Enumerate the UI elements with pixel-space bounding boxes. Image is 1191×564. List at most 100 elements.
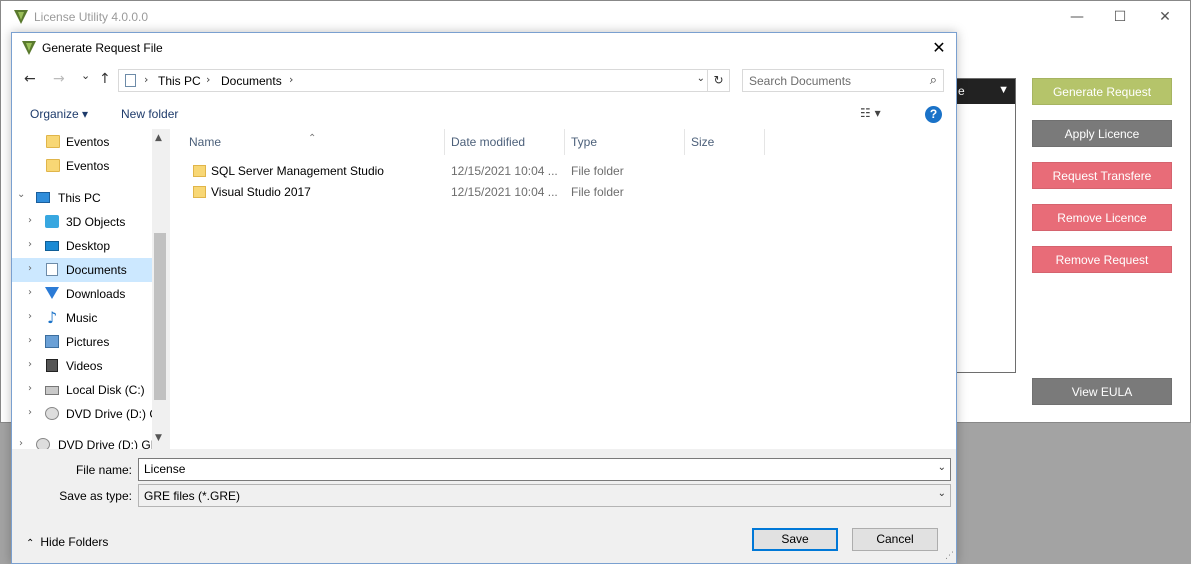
breadcrumb-separator: › <box>144 73 149 86</box>
tree-item-dvd-drive[interactable]: › DVD Drive (D:) G <box>12 402 159 426</box>
pictures-icon <box>45 335 59 348</box>
column-header-name[interactable]: Name ⌃ <box>170 129 445 155</box>
music-icon: ♪ <box>47 308 58 327</box>
address-bar[interactable]: › This PC › Documents › ⌄ ↻ <box>118 69 730 92</box>
tree-item-documents[interactable]: › Documents <box>12 258 152 282</box>
navigation-pane[interactable]: Eventos Eventos ⌄ This PC › 3D Objects ›… <box>12 129 168 449</box>
recent-locations-icon[interactable]: ⌄ <box>81 69 90 82</box>
dvd-drive-icon <box>45 407 59 420</box>
column-header-label: Name <box>189 135 222 149</box>
organize-menu[interactable]: Organize ▾ <box>30 107 88 121</box>
save-button[interactable]: Save <box>752 528 838 551</box>
refresh-icon[interactable]: ↻ <box>707 70 729 91</box>
chevron-right-icon[interactable]: › <box>28 311 32 322</box>
address-dropdown-icon[interactable]: ⌄ <box>697 73 705 84</box>
chevron-right-icon[interactable]: › <box>28 407 32 418</box>
chevron-right-icon[interactable]: › <box>28 215 32 226</box>
navigation-pane-scrollbar[interactable]: ▲ ▼ <box>152 129 168 449</box>
breadcrumb-separator: › <box>289 73 294 86</box>
tree-item-videos[interactable]: › Videos <box>12 354 152 378</box>
cancel-button[interactable]: Cancel <box>852 528 938 551</box>
file-list[interactable]: Name ⌃ Date modified Type Size SQL Serve… <box>170 129 956 449</box>
main-titlebar: License Utility 4.0.0.0 — ☐ ✕ <box>1 1 1190 33</box>
new-folder-button[interactable]: New folder <box>121 107 178 121</box>
file-date-modified: 12/15/2021 10:04 ... <box>451 185 558 199</box>
file-type: File folder <box>571 185 624 199</box>
chevron-down-icon[interactable]: ⌄ <box>17 189 25 200</box>
file-name-input[interactable] <box>144 462 924 476</box>
file-row[interactable]: SQL Server Management Studio 12/15/2021 … <box>170 161 770 182</box>
tree-item-dvd-drive-gis[interactable]: › DVD Drive (D:) GIS <box>12 433 162 449</box>
chevron-right-icon[interactable]: › <box>28 287 32 298</box>
tree-item-label: Local Disk (C:) <box>66 383 145 397</box>
tree-item-label: Pictures <box>66 335 110 349</box>
help-icon[interactable]: ? <box>925 106 942 123</box>
folder-icon <box>46 159 60 172</box>
search-box[interactable]: ⌕ <box>742 69 944 92</box>
desktop-icon <box>45 241 59 251</box>
search-input[interactable] <box>749 73 919 89</box>
column-header-label: Type <box>571 135 598 149</box>
dialog-title: Generate Request File <box>42 41 163 55</box>
dialog-close-icon[interactable]: ✕ <box>922 33 956 63</box>
dialog-titlebar: Generate Request File ✕ <box>12 33 956 63</box>
file-name: Visual Studio 2017 <box>211 185 311 199</box>
minimize-icon[interactable]: — <box>1054 1 1100 33</box>
tree-item-desktop[interactable]: › Desktop <box>12 234 152 258</box>
chevron-right-icon[interactable]: › <box>28 359 32 370</box>
tree-item-eventos[interactable]: Eventos <box>12 154 152 178</box>
tree-item-this-pc[interactable]: ⌄ This PC <box>12 186 152 210</box>
scroll-up-icon[interactable]: ▲ <box>155 133 162 143</box>
save-as-type-select[interactable]: GRE files (*.GRE) ⌄ <box>138 484 951 507</box>
remove-licence-button[interactable]: Remove Licence <box>1032 204 1172 231</box>
maximize-icon[interactable]: ☐ <box>1097 1 1143 33</box>
pc-icon <box>36 192 50 203</box>
scroll-down-icon[interactable]: ▼ <box>155 433 162 443</box>
hide-folders-button[interactable]: ⌃ Hide Folders <box>26 535 108 549</box>
chevron-right-icon[interactable]: › <box>28 239 32 250</box>
column-header-date-modified[interactable]: Date modified <box>445 129 565 155</box>
view-options-icon[interactable]: ☷ ▾ <box>860 106 881 120</box>
chevron-right-icon[interactable]: › <box>19 438 23 449</box>
column-header-size[interactable]: Size <box>685 129 765 155</box>
column-header-type[interactable]: Type <box>565 129 685 155</box>
hide-folders-label: Hide Folders <box>40 535 109 549</box>
search-icon[interactable]: ⌕ <box>930 73 937 88</box>
3d-objects-icon <box>45 215 59 228</box>
chevron-down-icon[interactable]: ⌄ <box>938 488 946 499</box>
app-logo-icon <box>22 41 36 55</box>
tree-item-downloads[interactable]: › Downloads <box>12 282 152 306</box>
file-name-field[interactable]: ⌄ <box>138 458 951 481</box>
tree-item-label: DVD Drive (D:) G <box>66 407 159 421</box>
request-transfere-button[interactable]: Request Transfere <box>1032 162 1172 189</box>
tree-item-pictures[interactable]: › Pictures <box>12 330 152 354</box>
view-eula-button[interactable]: View EULA <box>1032 378 1172 405</box>
breadcrumb-this-pc[interactable]: This PC <box>158 74 201 88</box>
file-row[interactable]: Visual Studio 2017 12/15/2021 10:04 ... … <box>170 182 770 203</box>
breadcrumb-documents[interactable]: Documents <box>221 74 282 88</box>
funnel-icon[interactable]: ▼ <box>998 84 1009 96</box>
close-window-icon[interactable]: ✕ <box>1142 1 1188 33</box>
chevron-down-icon[interactable]: ⌄ <box>938 462 946 473</box>
generate-request-dialog: Generate Request File ✕ ← → ⌄ ↑ › This P… <box>11 32 957 564</box>
tree-item-label: Music <box>66 311 98 325</box>
downloads-icon <box>45 287 59 299</box>
folder-icon <box>46 135 60 148</box>
remove-request-button[interactable]: Remove Request <box>1032 246 1172 273</box>
tree-item-music[interactable]: › ♪ Music <box>12 306 152 330</box>
forward-icon[interactable]: → <box>53 71 65 87</box>
resize-grip-icon[interactable]: ⋰ <box>945 551 954 561</box>
chevron-right-icon[interactable]: › <box>28 263 32 274</box>
chevron-right-icon[interactable]: › <box>28 335 32 346</box>
apply-licence-button[interactable]: Apply Licence <box>1032 120 1172 147</box>
breadcrumb-separator: › <box>206 73 211 86</box>
chevron-right-icon[interactable]: › <box>28 383 32 394</box>
back-icon[interactable]: ← <box>24 71 36 87</box>
tree-item-local-disk[interactable]: › Local Disk (C:) <box>12 378 152 402</box>
tree-item-3d-objects[interactable]: › 3D Objects <box>12 210 152 234</box>
scrollbar-thumb[interactable] <box>154 233 166 400</box>
tree-item-label: Downloads <box>66 287 126 301</box>
tree-item-eventos[interactable]: Eventos <box>12 130 152 154</box>
generate-request-button[interactable]: Generate Request <box>1032 78 1172 105</box>
up-icon[interactable]: ↑ <box>99 71 111 87</box>
